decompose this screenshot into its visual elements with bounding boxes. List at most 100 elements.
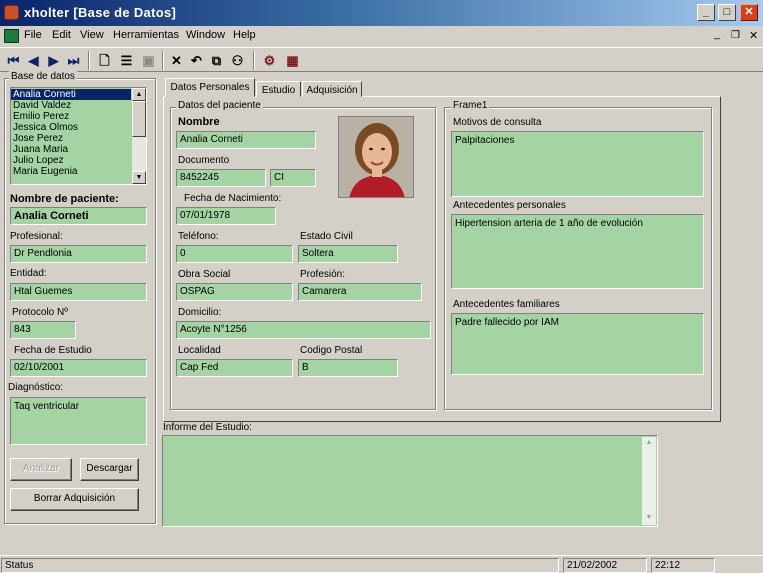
scroll-up-icon[interactable]: ▲ [642,437,656,450]
codigo-postal-label: Codigo Postal [300,345,363,356]
undo-icon[interactable]: ↶ [187,51,206,70]
patient-list[interactable]: Analia Corneti David Valdez Emilio Perez Je… [10,87,147,185]
list-item[interactable]: David Valdez [11,100,131,111]
obra-social-field[interactable]: OSPAG [176,283,293,301]
domicilio-label: Domicilio: [178,307,222,318]
tab-estudio[interactable]: Estudio [256,81,301,97]
save-icon[interactable]: ▣ [139,51,158,70]
new-document-icon[interactable]: 🗋 [95,51,114,70]
tool-icon[interactable]: ⚙ [260,51,279,70]
profesional-field[interactable]: Dr Pendlonia [10,245,147,263]
prev-record-icon[interactable]: ◀ [24,51,43,70]
maximize-button[interactable]: □ [718,4,736,21]
documento-tipo-field[interactable]: CI [270,169,316,187]
list-item[interactable]: Julio Lopez [11,155,131,166]
toolbar-separator [253,51,255,70]
app-icon [4,5,19,20]
list-item[interactable]: Juana Maria [11,144,131,155]
status-time: 22:12 [651,558,715,573]
fecha-estudio-field[interactable]: 02/10/2001 [10,359,147,377]
patient-photo-image [339,117,413,197]
datos-paciente-legend: Datos del paciente [176,100,263,111]
profesion-field[interactable]: Camarera [298,283,422,301]
binoculars-icon[interactable]: ⚇ [228,51,247,70]
mdi-close-icon[interactable]: ✕ [749,29,758,42]
antecedentes-personales-field[interactable]: Hipertension arteria de 1 año de evoluci… [451,214,704,289]
codigo-postal-field[interactable]: B [298,359,398,377]
list-icon[interactable]: ☰ [117,51,136,70]
base-de-datos-legend: Base de datos [9,71,77,82]
scroll-down-icon[interactable]: ▼ [132,171,146,184]
motivos-field[interactable]: Palpitaciones [451,131,704,197]
informe-textarea[interactable] [162,435,658,527]
toolbar: ⏮ ◀ ▶ ⏭ 🗋 ☰ ▣ ✕ ↶ ⧉ ⚇ ⚙ ▦ [0,47,763,72]
obra-social-label: Obra Social [178,269,231,280]
last-record-icon[interactable]: ⏭ [64,51,83,70]
tool2-icon[interactable]: ▦ [283,51,302,70]
scroll-thumb[interactable] [132,101,146,137]
document-icon[interactable] [4,29,19,43]
estado-civil-field[interactable]: Soltera [298,245,398,263]
status-text: Status [1,558,559,573]
profesional-label: Profesional: [10,231,63,242]
domicilio-field[interactable]: Acoyte N°1256 [176,321,431,339]
list-item[interactable]: Analia Corneti [11,89,131,100]
antecedentes-familiares-field[interactable]: Padre fallecido por IAM [451,313,704,375]
protocolo-field[interactable]: 843 [10,321,76,339]
list-item[interactable]: Jose Perez [11,133,131,144]
tab-datos-personales[interactable]: Datos Personales [165,78,255,97]
scroll-down-icon[interactable]: ▼ [642,512,656,525]
diagnostico-field[interactable]: Taq ventricular [10,397,147,445]
nacimiento-label: Fecha de Nacimiento: [184,193,282,204]
status-date: 21/02/2002 [563,558,647,573]
menu-window[interactable]: Window [186,29,225,41]
close-button[interactable]: ✕ [740,4,758,21]
toolbar-separator [88,51,90,70]
nombre-paciente-field[interactable]: Analia Corneti [10,207,147,225]
antecedentes-personales-label: Antecedentes personales [453,200,566,211]
analizar-button[interactable]: Analizar [10,458,72,481]
menu-view[interactable]: View [80,29,104,41]
informe-scrollbar[interactable]: ▲ ▼ [642,437,656,525]
paciente-nombre-label: Nombre [178,116,220,128]
profesion-label: Profesión: [300,269,346,280]
nacimiento-field[interactable]: 07/01/1978 [176,207,276,225]
estado-civil-label: Estado Civil [300,231,353,242]
telefono-field[interactable]: 0 [176,245,293,263]
documento-field[interactable]: 8452245 [176,169,266,187]
next-record-icon[interactable]: ▶ [44,51,63,70]
borrar-adquisicion-button[interactable]: Borrar Adquisición [10,488,139,511]
motivos-label: Motivos de consulta [453,117,542,128]
patient-photo [338,116,414,198]
mdi-restore-icon[interactable]: ❐ [731,30,740,41]
informe-label: Informe del Estudio: [163,422,252,433]
list-item[interactable]: Emilio Perez [11,111,131,122]
entidad-field[interactable]: Htal Guemes [10,283,147,301]
menu-file[interactable]: File [24,29,42,41]
scroll-up-icon[interactable]: ▲ [132,88,146,101]
localidad-field[interactable]: Cap Fed [176,359,293,377]
nombre-paciente-label: Nombre de paciente: [10,193,119,205]
delete-icon[interactable]: ✕ [167,51,186,70]
diagnostico-label: Diagnóstico: [8,382,64,393]
paciente-nombre-field[interactable]: Analia Corneti [176,131,316,149]
telefono-label: Teléfono: [178,231,219,242]
minimize-button[interactable]: _ [697,4,715,21]
toolbar-separator [162,51,164,70]
tab-adquisicion[interactable]: Adquisición [302,81,362,97]
mdi-minimize-icon[interactable]: _ [714,28,720,40]
localidad-label: Localidad [178,345,221,356]
patient-list-scrollbar[interactable]: ▲ ▼ [132,88,146,184]
fecha-estudio-label: Fecha de Estudio [14,345,92,356]
protocolo-label: Protocolo Nº [12,307,68,318]
status-bar: Status 21/02/2002 22:12 [0,555,763,573]
menu-help[interactable]: Help [233,29,256,41]
list-item[interactable]: Maria Eugenia [11,166,131,177]
menu-herramientas[interactable]: Herramientas [113,29,179,41]
window-title: xholter [Base de Datos] [24,5,177,20]
list-item[interactable]: Jessica Olmos [11,122,131,133]
menu-edit[interactable]: Edit [52,29,71,41]
descargar-button[interactable]: Descargar [80,458,139,481]
first-record-icon[interactable]: ⏮ [4,51,23,70]
copy-icon[interactable]: ⧉ [207,51,226,70]
